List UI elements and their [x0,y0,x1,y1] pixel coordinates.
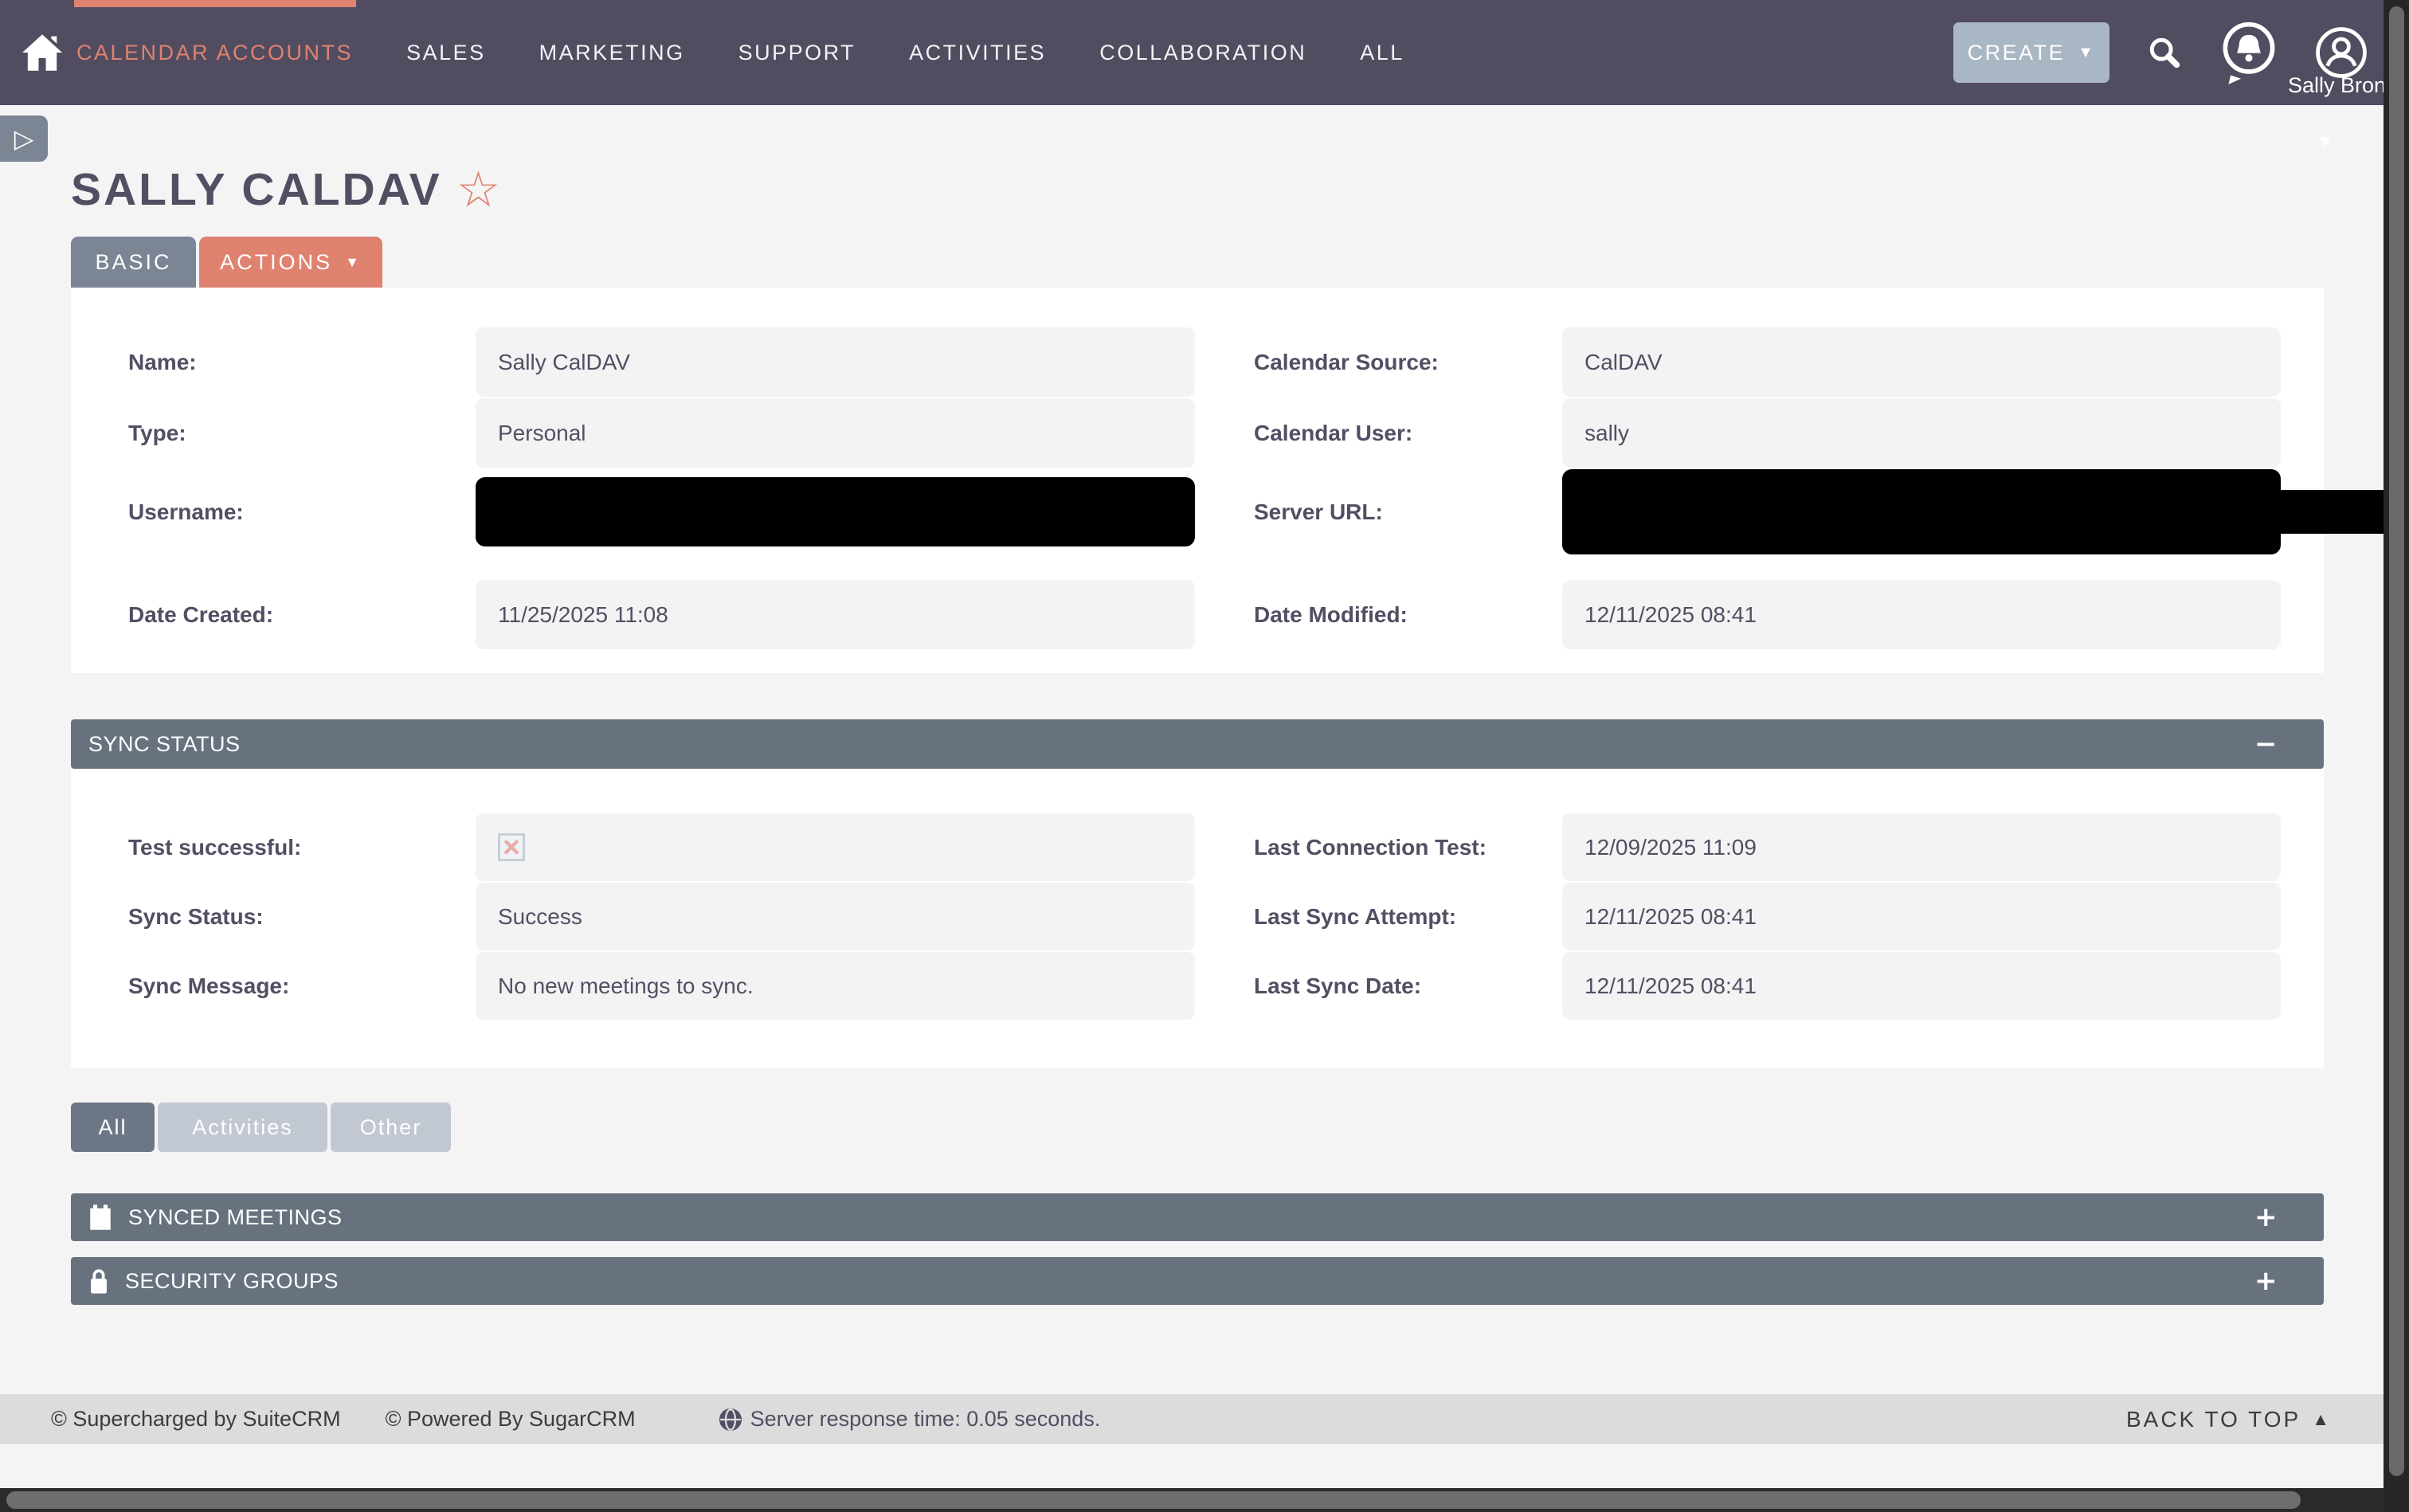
field-value-type[interactable]: Personal [476,398,1195,468]
horizontal-scrollbar-thumb[interactable] [6,1491,2301,1509]
test-successful-checkbox[interactable]: × [498,833,525,861]
field-label-last-sync-attempt: Last Sync Attempt: [1195,904,1562,930]
user-avatar-icon[interactable] [2315,26,2368,79]
tab-other[interactable]: Other [331,1103,451,1152]
field-label-username: Username: [128,499,476,525]
sidebar-toggle-button[interactable]: ▷ [0,116,48,162]
field-label-date-created: Date Created: [128,602,476,628]
nav-item-collaboration[interactable]: COLLABORATION [1099,41,1306,65]
field-label-last-connection-test: Last Connection Test: [1195,835,1562,860]
globe-icon [719,1408,742,1432]
security-groups-title: SECURITY GROUPS [125,1269,339,1294]
expand-plus-icon[interactable]: + [2254,1265,2278,1297]
field-value-last-connection-test[interactable]: 12/09/2025 11:09 [1562,813,2281,881]
field-label-date-modified: Date Modified: [1195,602,1562,628]
field-value-last-sync-attempt[interactable]: 12/11/2025 08:41 [1562,883,2281,950]
field-value-calendar-source[interactable]: CalDAV [1562,327,2281,397]
calendar-account-detail-page: { "glyphs": { "caret_down": "▼", "caret_… [0,0,2409,1512]
favorite-star-icon[interactable]: ☆ [456,165,503,214]
nav-item-sales[interactable]: SALES [406,41,486,65]
field-row: Test successful: × Last Connection Test:… [128,813,2324,881]
triangle-right-icon: ▷ [14,123,34,154]
sync-status-title: SYNC STATUS [88,732,241,757]
field-row: Sync Status: Success Last Sync Attempt: … [128,883,2324,950]
server-response-text: Server response time: 0.05 seconds. [750,1407,1101,1432]
field-label-test-successful: Test successful: [128,835,476,860]
security-groups-panel-header[interactable]: SECURITY GROUPS + [71,1257,2324,1305]
field-label-calendar-user: Calendar User: [1195,421,1562,446]
back-to-top-button[interactable]: BACK TO TOP ▲ [2126,1394,2332,1444]
synced-meetings-title: SYNCED MEETINGS [128,1205,343,1230]
chevron-down-icon: ▼ [345,254,362,271]
field-row: Name: Sally CalDAV Calendar Source: CalD… [128,327,2324,397]
home-button[interactable] [18,33,67,72]
calendar-icon [88,1204,112,1231]
field-value-date-modified[interactable]: 12/11/2025 08:41 [1562,580,2281,649]
active-module-indicator [74,0,356,7]
tab-all[interactable]: All [71,1103,155,1152]
synced-meetings-panel-header[interactable]: SYNCED MEETINGS + [71,1193,2324,1241]
search-icon[interactable] [2146,34,2183,71]
field-value-username-redacted [476,477,1195,546]
nav-item-marketing[interactable]: MARKETING [539,41,685,65]
related-panels-tabs: All Activities Other [71,1103,451,1152]
field-row: Date Created: 11/25/2025 11:08 Date Modi… [128,580,2324,649]
field-value-test-successful: × [476,813,1195,881]
server-response-time: Server response time: 0.05 seconds. [719,1407,1101,1432]
vertical-scrollbar-thumb[interactable] [2389,6,2404,1476]
x-mark-icon: × [503,832,520,863]
page-footer: © Supercharged by SuiteCRM © Powered By … [0,1394,2409,1444]
field-value-sync-message[interactable]: No new meetings to sync. [476,952,1195,1020]
field-label-sync-message: Sync Message: [128,973,476,999]
sync-status-panel-body: Test successful: × Last Connection Test:… [71,769,2324,1068]
basic-tab-button[interactable]: BASIC [71,237,196,288]
page-title: SALLY CALDAV ☆ [71,163,503,216]
nav-item-calendar-accounts[interactable]: CALENDAR ACCOUNTS [76,41,353,65]
field-row: Type: Personal Calendar User: sally [128,398,2324,468]
record-title-text: SALLY CALDAV [71,163,442,216]
back-to-top-label: BACK TO TOP [2126,1407,2301,1432]
field-value-calendar-user[interactable]: sally [1562,398,2281,468]
nav-menu: CALENDAR ACCOUNTS SALES MARKETING SUPPOR… [76,41,1458,65]
field-label-last-sync-date: Last Sync Date: [1195,973,1562,999]
top-navbar: CALENDAR ACCOUNTS SALES MARKETING SUPPOR… [0,0,2409,105]
expand-plus-icon[interactable]: + [2254,1201,2278,1233]
chevron-down-icon[interactable]: ▼ [2317,131,2334,152]
field-label-sync-status: Sync Status: [128,904,476,930]
actions-button-label: ACTIONS [220,250,332,275]
nav-item-support[interactable]: SUPPORT [738,41,856,65]
nav-item-activities[interactable]: ACTIVITIES [909,41,1046,65]
field-label-server-url: Server URL: [1195,499,1562,525]
chevron-down-icon: ▼ [2078,44,2095,62]
record-detail-panel: Name: Sally CalDAV Calendar Source: CalD… [71,288,2324,673]
nav-item-all[interactable]: ALL [1360,41,1404,65]
field-label-calendar-source: Calendar Source: [1195,350,1562,375]
tab-activities[interactable]: Activities [158,1103,327,1152]
notifications-bell-icon[interactable] [2219,21,2278,84]
caret-up-icon: ▲ [2312,1409,2332,1430]
current-user-name[interactable]: Sally Bron [2288,73,2386,98]
field-label-type: Type: [128,421,476,446]
collapse-minus-icon[interactable]: − [2254,728,2278,760]
sugarcrm-credit-link[interactable]: © Powered By SugarCRM [386,1407,636,1432]
field-row: Username: Server URL: [128,469,2324,554]
horizontal-scrollbar-track[interactable] [0,1488,2409,1512]
field-value-date-created[interactable]: 11/25/2025 11:08 [476,580,1195,649]
field-label-name: Name: [128,350,476,375]
field-value-last-sync-date[interactable]: 12/11/2025 08:41 [1562,952,2281,1020]
field-row: Sync Message: No new meetings to sync. L… [128,952,2324,1020]
field-value-sync-status[interactable]: Success [476,883,1195,950]
field-value-server-url-redacted [1562,469,2281,554]
sync-status-panel-header[interactable]: SYNC STATUS − [71,719,2324,769]
field-value-name[interactable]: Sally CalDAV [476,327,1195,397]
create-button-label: CREATE [1968,41,2066,65]
lock-icon [88,1267,109,1295]
vertical-scrollbar-track[interactable] [2384,0,2409,1512]
create-button[interactable]: CREATE ▼ [1953,22,2109,83]
suitecrm-credit-link[interactable]: © Supercharged by SuiteCRM [51,1407,341,1432]
home-icon [19,33,65,72]
actions-dropdown-button[interactable]: ACTIONS ▼ [199,237,382,288]
